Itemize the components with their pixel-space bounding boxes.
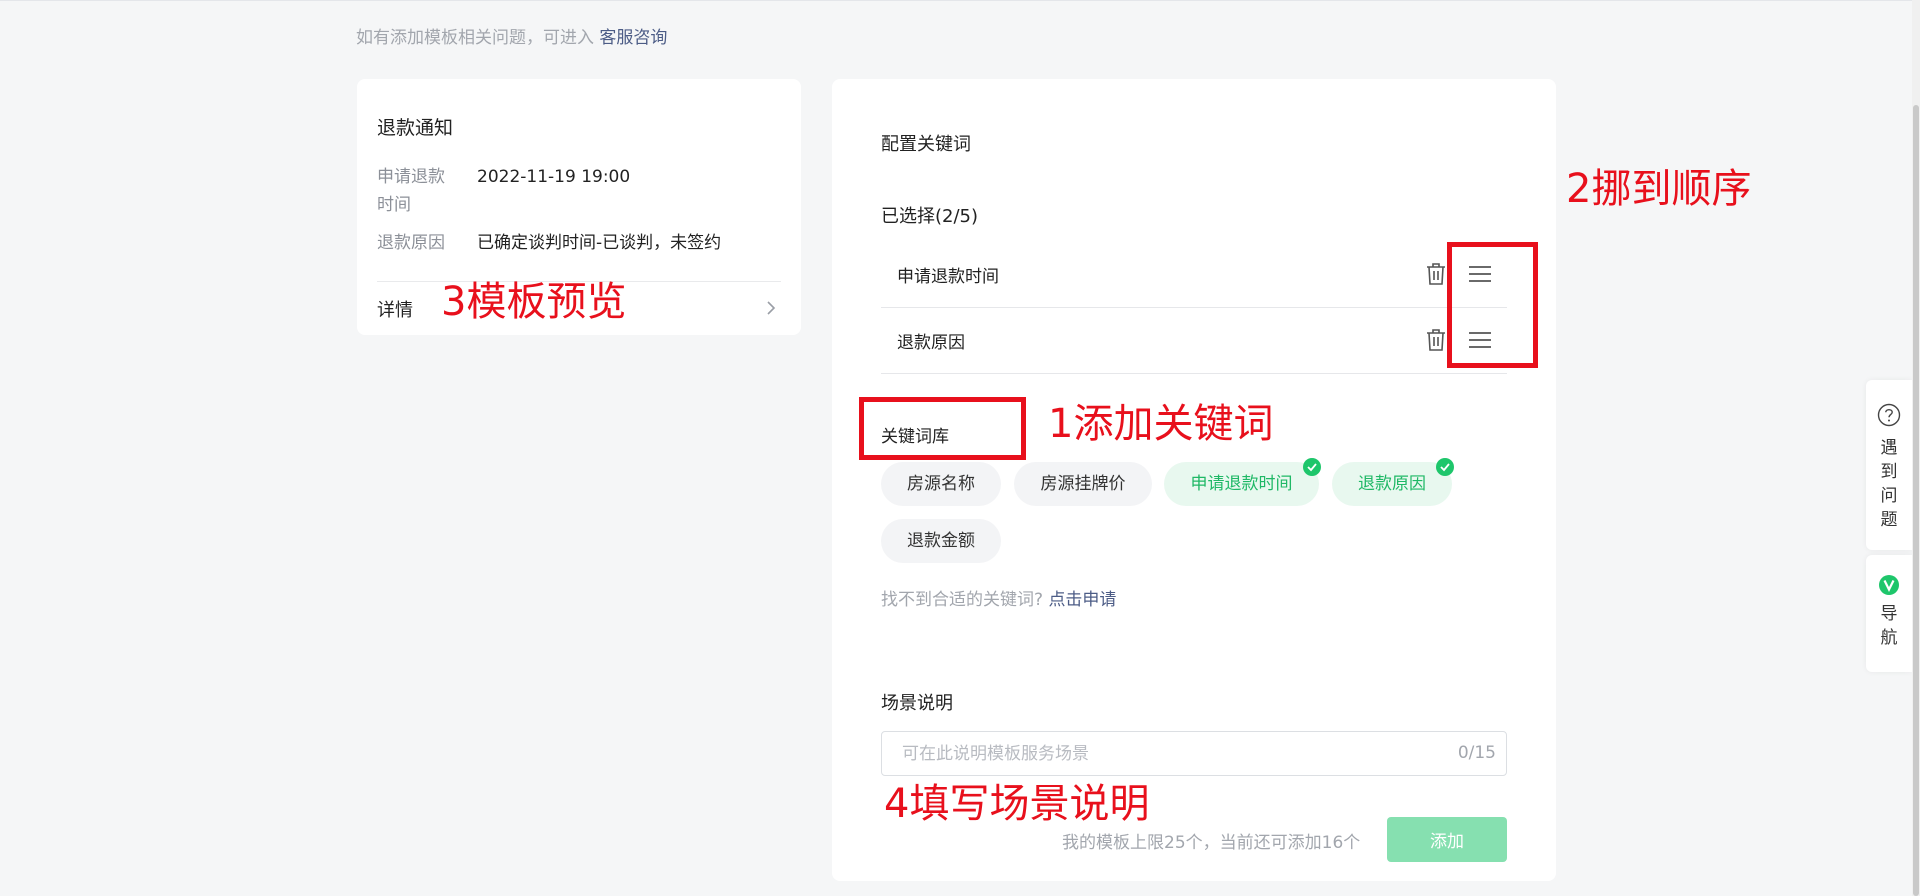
selected-keyword-label: 申请退款时间 bbox=[897, 267, 999, 287]
scene-title: 场景说明 bbox=[881, 693, 953, 714]
preview-title: 退款通知 bbox=[377, 117, 454, 139]
template-limit-text: 我的模板上限25个，当前还可添加16个 bbox=[1062, 833, 1361, 853]
help-hint-text: 如有添加模板相关问题，可进入 bbox=[356, 28, 594, 48]
help-float-label: 遇到问题 bbox=[1880, 438, 1898, 530]
selected-keyword-item: 退款原因 bbox=[881, 308, 1507, 374]
annotation-box-library bbox=[859, 397, 1026, 460]
annotation-add-keyword: 1添加关键词 bbox=[1048, 401, 1274, 447]
keyword-chip[interactable]: 房源挂牌价 bbox=[1014, 462, 1152, 506]
scene-description-input[interactable] bbox=[882, 732, 1442, 775]
selected-count-label: 已选择(2/5) bbox=[881, 206, 979, 227]
trash-icon[interactable] bbox=[1425, 262, 1447, 286]
scene-input-wrapper: 0/15 bbox=[881, 731, 1507, 776]
selected-keyword-item: 申请退款时间 bbox=[881, 242, 1507, 308]
preview-detail-label[interactable]: 详情 bbox=[377, 296, 413, 322]
nav-float-button[interactable]: 导航 bbox=[1866, 555, 1912, 672]
customer-service-link[interactable]: 客服咨询 bbox=[599, 28, 667, 48]
nav-logo-icon bbox=[1879, 575, 1899, 595]
keyword-chip-selected[interactable]: 退款原因 bbox=[1332, 458, 1454, 506]
nav-float-label: 导航 bbox=[1880, 604, 1898, 648]
annotation-scene: 4填写场景说明 bbox=[884, 781, 1150, 827]
keyword-chip-label: 退款原因 bbox=[1358, 474, 1426, 494]
config-section-title: 配置关键词 bbox=[881, 134, 971, 155]
help-hint: 如有添加模板相关问题，可进入 客服咨询 bbox=[356, 23, 667, 48]
check-icon bbox=[1303, 458, 1321, 476]
preview-row-key: 申请退款时间 bbox=[377, 167, 445, 215]
keyword-config-card: 配置关键词 已选择(2/5) 申请退款时间 退款原因 关键词库 房源名称 房源挂… bbox=[832, 79, 1556, 881]
add-button[interactable]: 添加 bbox=[1387, 817, 1507, 862]
question-icon bbox=[1877, 403, 1901, 427]
keyword-chip-label: 房源挂牌价 bbox=[1040, 474, 1126, 494]
annotation-reorder: 2挪到顺序 bbox=[1566, 166, 1752, 212]
selected-keyword-label: 退款原因 bbox=[897, 333, 965, 353]
preview-row-value: 已确定谈判时间-已谈判，未签约 bbox=[477, 233, 722, 253]
keyword-chip-selected[interactable]: 申请退款时间 bbox=[1164, 458, 1321, 506]
keyword-chip[interactable]: 房源名称 bbox=[881, 462, 1001, 506]
chevron-right-icon[interactable] bbox=[761, 298, 781, 318]
help-float-button[interactable]: 遇到问题 bbox=[1866, 380, 1912, 550]
preview-row-value: 2022-11-19 19:00 bbox=[477, 167, 631, 187]
keyword-not-found-text: 找不到合适的关键词? bbox=[881, 590, 1044, 610]
apply-keyword-link[interactable]: 点击申请 bbox=[1048, 590, 1116, 610]
keyword-chip-label: 申请退款时间 bbox=[1190, 474, 1293, 494]
keyword-chip[interactable]: 退款金额 bbox=[881, 519, 1001, 563]
top-divider bbox=[0, 0, 1920, 1]
trash-icon[interactable] bbox=[1425, 328, 1447, 352]
check-icon bbox=[1436, 458, 1454, 476]
keyword-not-found: 找不到合适的关键词? 点击申请 bbox=[881, 585, 1116, 610]
annotation-box-reorder bbox=[1447, 242, 1538, 368]
annotation-preview: 3模板预览 bbox=[441, 279, 627, 325]
keyword-chip-label: 退款金额 bbox=[907, 531, 975, 551]
preview-row-key: 退款原因 bbox=[377, 233, 445, 253]
keyword-chip-label: 房源名称 bbox=[907, 474, 975, 494]
scrollbar-thumb[interactable] bbox=[1913, 105, 1919, 896]
char-counter: 0/15 bbox=[1457, 743, 1496, 763]
